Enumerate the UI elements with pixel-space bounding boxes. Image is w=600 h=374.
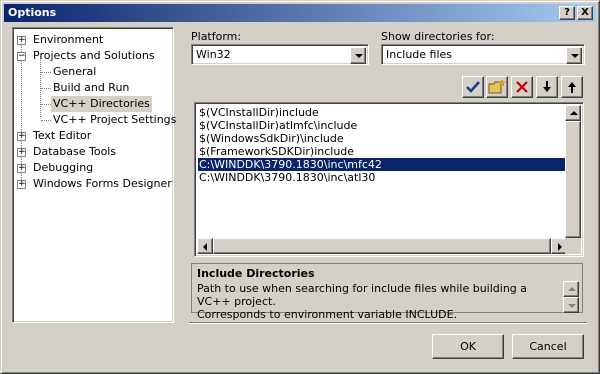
description-title: Include Directories [197, 267, 315, 280]
dialog-title: Options [8, 6, 57, 19]
description-panel: Include Directories Path to use when sea… [191, 263, 583, 321]
options-dialog: Options ? X + Environment − Projects and… [0, 0, 600, 374]
tree-item-vc-directories[interactable]: VC++ Directories [13, 96, 171, 112]
description-scroll-down[interactable] [563, 297, 579, 313]
tree-item-text-editor[interactable]: + Text Editor [13, 128, 171, 144]
horizontal-scrollbar[interactable] [197, 238, 567, 254]
expand-icon[interactable]: + [17, 180, 26, 189]
tree-item-label: Environment [33, 33, 104, 46]
tree-item-label: VC++ Directories [51, 96, 152, 112]
scroll-up-button[interactable] [565, 105, 581, 121]
tree-item-label: Text Editor [33, 129, 92, 142]
tree-item-projects-and-solutions[interactable]: − Projects and Solutions [13, 48, 171, 64]
tree-item-windows-forms-designer[interactable]: + Windows Forms Designer [13, 176, 172, 192]
show-directories-value: Include files [386, 48, 453, 61]
list-item[interactable]: $(VCInstallDir)atlmfc\include [198, 119, 566, 132]
tree-item-database-tools[interactable]: + Database Tools [13, 144, 171, 160]
directory-list[interactable]: $(VCInstallDir)include $(VCInstallDir)at… [194, 102, 584, 257]
tree-item-general[interactable]: General [13, 64, 171, 80]
platform-value: Win32 [196, 48, 231, 61]
list-item-selected[interactable]: C:\WINDDK\3790.1830\inc\mfc42 [198, 158, 566, 171]
tree-item-environment[interactable]: + Environment [13, 32, 171, 48]
tree-item-label: Debugging [33, 161, 94, 174]
expand-icon[interactable]: + [17, 132, 26, 141]
close-button[interactable]: X [577, 6, 593, 20]
description-line: Path to use when searching for include f… [197, 282, 528, 308]
expand-icon[interactable]: + [17, 164, 26, 173]
help-button[interactable]: ? [559, 6, 575, 20]
arrow-up-icon [570, 111, 578, 115]
collapse-icon[interactable]: − [17, 52, 26, 61]
arrow-down-icon [568, 304, 576, 308]
description-scroll-up[interactable] [563, 281, 579, 297]
move-up-button[interactable] [561, 76, 583, 98]
description-text: Path to use when searching for include f… [197, 282, 557, 321]
show-directories-label: Show directories for: [381, 30, 495, 43]
description-line: Corresponds to environment variable INCL… [197, 308, 458, 321]
check-button[interactable] [462, 76, 484, 98]
expand-icon[interactable]: + [17, 148, 26, 157]
list-item[interactable]: C:\WINDDK\3790.1830\inc\atl30 [198, 171, 566, 184]
delete-icon [516, 81, 528, 93]
platform-dropdown-button[interactable] [350, 47, 366, 64]
arrow-up-icon [568, 82, 576, 93]
scroll-left-button[interactable] [197, 238, 213, 254]
list-item[interactable]: $(WindowsSdkDir)\include [198, 132, 566, 145]
tree-item-label: Projects and Solutions [33, 49, 155, 62]
show-directories-dropdown-button[interactable] [566, 47, 582, 64]
list-item[interactable]: $(VCInstallDir)include [198, 106, 566, 119]
new-folder-button[interactable] [486, 76, 508, 98]
options-tree[interactable]: + Environment − Projects and Solutions G… [12, 27, 176, 323]
chevron-down-icon [355, 54, 363, 58]
new-folder-icon [488, 79, 506, 94]
tree-item-debugging[interactable]: + Debugging [13, 160, 171, 176]
arrow-right-icon [558, 243, 562, 251]
ok-button[interactable]: OK [432, 334, 504, 359]
tree-item-label: Build and Run [53, 81, 130, 94]
platform-select[interactable]: Win32 [191, 44, 369, 65]
list-item[interactable]: $(FrameworkSDKDir)include [198, 145, 566, 158]
tree-item-label: Windows Forms Designer [33, 177, 172, 190]
delete-button[interactable] [511, 76, 533, 98]
tree-item-label: Database Tools [33, 145, 117, 158]
check-icon [466, 81, 480, 93]
vertical-scrollbar[interactable] [565, 105, 581, 254]
tree-item-label: General [53, 65, 97, 78]
arrow-up-icon [568, 287, 576, 291]
vertical-scroll-thumb[interactable] [565, 121, 581, 238]
show-directories-select[interactable]: Include files [381, 44, 585, 65]
tree-item-vc-project-settings[interactable]: VC++ Project Settings [13, 112, 176, 128]
tree-item-label: VC++ Project Settings [53, 113, 177, 126]
platform-label: Platform: [191, 30, 242, 43]
title-bar[interactable]: Options ? X [4, 4, 596, 22]
scroll-corner [565, 238, 581, 254]
divider [189, 322, 587, 324]
chevron-down-icon [571, 54, 579, 58]
arrow-down-icon [543, 81, 551, 92]
cancel-button[interactable]: Cancel [512, 334, 584, 359]
horizontal-scroll-thumb[interactable] [213, 238, 551, 254]
move-down-button[interactable] [536, 76, 558, 98]
arrow-left-icon [203, 243, 207, 251]
expand-icon[interactable]: + [17, 36, 26, 45]
tree-item-build-and-run[interactable]: Build and Run [13, 80, 171, 96]
